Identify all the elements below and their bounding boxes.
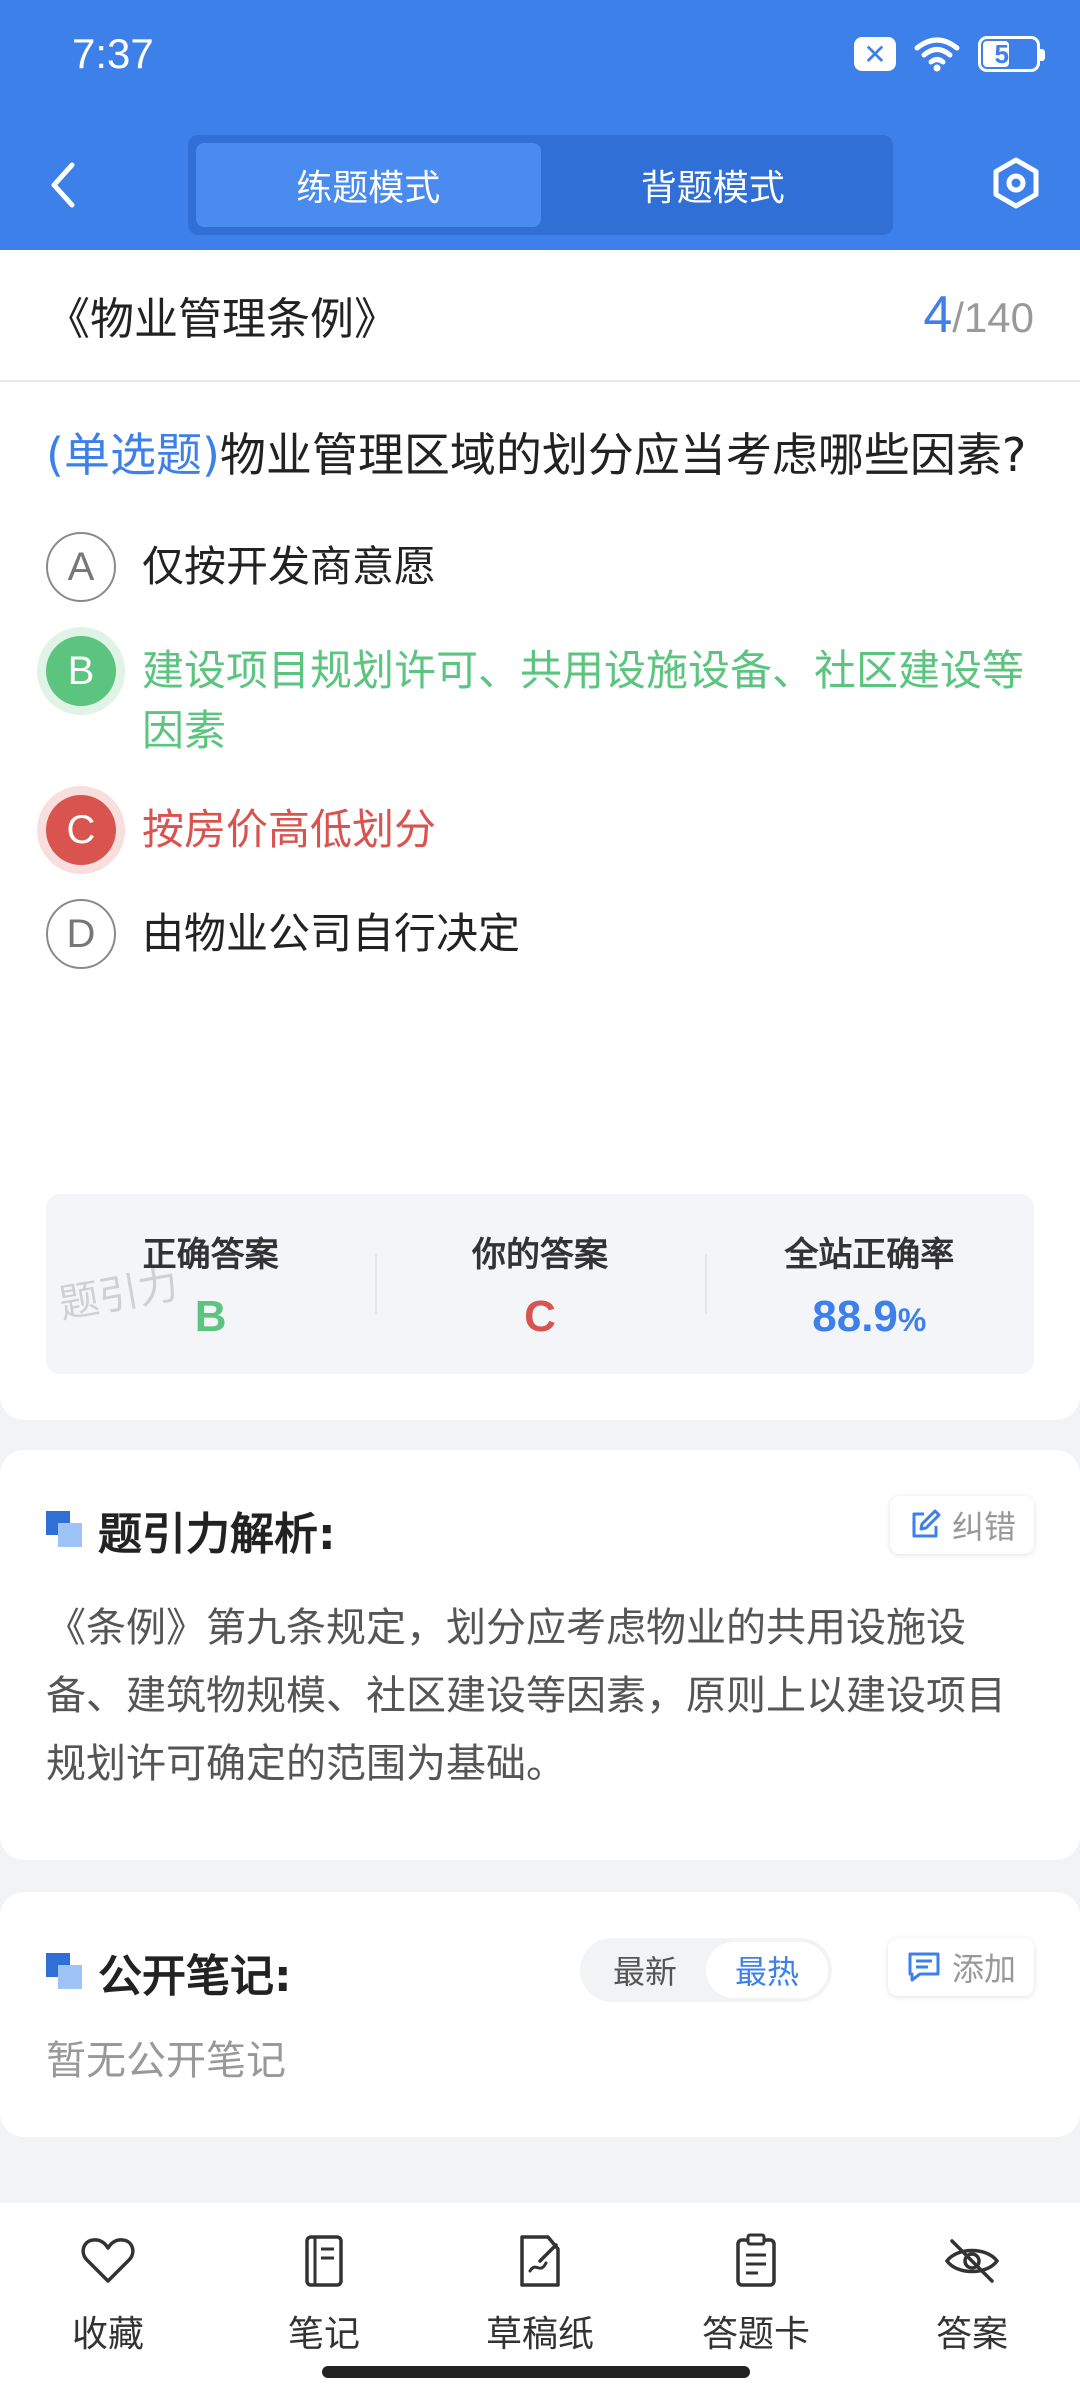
analysis-header: 题引力解析: 纠错 bbox=[0, 1450, 1080, 1562]
option-letter: C bbox=[46, 795, 116, 865]
heart-icon bbox=[81, 2238, 135, 2283]
favorite-label: 收藏 bbox=[71, 2314, 144, 2355]
report-error-label: 纠错 bbox=[951, 1508, 1016, 1546]
answer-sheet-icon bbox=[736, 2233, 776, 2287]
sort-newest[interactable]: 最新 bbox=[584, 1942, 706, 1998]
mode-switch: 练题模式 背题模式 bbox=[188, 135, 893, 235]
question-progress[interactable]: 4/140 bbox=[923, 285, 1034, 345]
option-letter: A bbox=[46, 532, 116, 602]
eye-off-icon bbox=[944, 2239, 1000, 2283]
title-row: 《物业管理条例》 4/140 bbox=[0, 250, 1080, 382]
top-header: 7:37 ✕ 50 练题模式 背题模式 bbox=[0, 0, 1080, 250]
notes-sort-toggle: 最新 最热 bbox=[580, 1938, 832, 2002]
analysis-card: 题引力解析: 纠错 《条例》第九条规定，划分应考虑物业的共用设施设备、建筑物规模… bbox=[0, 1450, 1080, 1860]
total-count: 140 bbox=[963, 294, 1034, 341]
battery-icon: 50 bbox=[978, 36, 1045, 72]
option-c[interactable]: C 按房价高低划分 bbox=[46, 795, 1034, 865]
battery-level: 50 bbox=[994, 38, 1024, 69]
options-list: A 仅按开发商意愿 B 建设项目规划许可、共用设施设备、社区建设等因素 C 按房… bbox=[0, 532, 1080, 969]
option-letter: D bbox=[46, 899, 116, 969]
section-squares-icon bbox=[46, 1511, 84, 1549]
sort-hottest[interactable]: 最热 bbox=[706, 1942, 828, 1998]
accuracy-value: 88.9% bbox=[812, 1292, 926, 1342]
notes-label: 笔记 bbox=[287, 2314, 360, 2355]
comment-icon bbox=[908, 1952, 940, 1982]
notes-empty-text: 暂无公开笔记 bbox=[46, 2038, 286, 2084]
back-button[interactable] bbox=[38, 150, 88, 220]
option-text: 建设项目规划许可、共用设施设备、社区建设等因素 bbox=[142, 646, 1025, 755]
option-text: 由物业公司自行决定 bbox=[142, 909, 521, 958]
answer-summary: 正确答案 B 你的答案 C 全站正确率 88.9% bbox=[46, 1194, 1034, 1374]
question-text: 物业管理区域的划分应当考虑哪些因素? bbox=[219, 428, 1027, 482]
tab-memorize-mode[interactable]: 背题模式 bbox=[541, 143, 886, 227]
section-squares-icon bbox=[46, 1953, 84, 1991]
notes-card: 公开笔记: 最新 最热 添加 暂无公开笔记 bbox=[0, 1892, 1080, 2137]
option-a[interactable]: A 仅按开发商意愿 bbox=[46, 532, 1034, 602]
show-answer-button[interactable]: 答案 bbox=[864, 2203, 1080, 2400]
no-sim-icon: ✕ bbox=[854, 37, 896, 71]
draft-paper-icon bbox=[520, 2235, 560, 2287]
accuracy-label: 全站正确率 bbox=[784, 1234, 955, 1275]
report-error-button[interactable]: 纠错 bbox=[889, 1496, 1034, 1554]
your-answer-label: 你的答案 bbox=[471, 1234, 608, 1275]
option-d[interactable]: D 由物业公司自行决定 bbox=[46, 899, 1034, 969]
book-title: 《物业管理条例》 bbox=[46, 294, 398, 345]
hexagon-gear-icon bbox=[993, 157, 1039, 209]
wifi-icon bbox=[914, 37, 960, 72]
notes-header: 公开笔记: 最新 最热 添加 bbox=[0, 1892, 1080, 2004]
favorite-button[interactable]: 收藏 bbox=[0, 2203, 216, 2400]
analysis-text: 《条例》第九条规定，划分应考虑物业的共用设施设备、建筑物规模、社区建设等因素，原… bbox=[46, 1605, 1006, 1787]
home-indicator bbox=[322, 2366, 750, 2378]
add-note-button[interactable]: 添加 bbox=[887, 1938, 1034, 1996]
your-answer-value: C bbox=[524, 1291, 556, 1341]
your-answer-col: 你的答案 C bbox=[375, 1194, 704, 1374]
notebook-icon bbox=[305, 2235, 343, 2287]
answer-sheet-label: 答题卡 bbox=[701, 2314, 810, 2355]
option-text: 仅按开发商意愿 bbox=[142, 542, 437, 591]
status-icons: ✕ 50 bbox=[854, 36, 1045, 72]
status-time: 7:37 bbox=[72, 30, 154, 77]
progress-separator: / bbox=[952, 294, 964, 341]
accuracy-number: 88.9 bbox=[812, 1291, 898, 1341]
draft-paper-label: 草稿纸 bbox=[485, 2314, 594, 2355]
option-letter: B bbox=[46, 636, 116, 706]
accuracy-unit: % bbox=[897, 1301, 927, 1338]
current-index: 4 bbox=[923, 286, 953, 344]
analysis-title: 题引力解析: bbox=[98, 1509, 336, 1560]
option-text: 按房价高低划分 bbox=[142, 805, 437, 854]
settings-button[interactable] bbox=[988, 155, 1044, 211]
notes-title: 公开笔记: bbox=[98, 1951, 292, 2002]
question-type: (单选题) bbox=[46, 428, 220, 482]
edit-icon bbox=[912, 1509, 941, 1538]
tab-practice-mode[interactable]: 练题模式 bbox=[196, 143, 541, 227]
question-stem: (单选题)物业管理区域的划分应当考虑哪些因素? bbox=[0, 382, 1080, 498]
accuracy-col: 全站正确率 88.9% bbox=[704, 1194, 1034, 1374]
add-note-label: 添加 bbox=[951, 1950, 1016, 1988]
option-b[interactable]: B 建设项目规划许可、共用设施设备、社区建设等因素 bbox=[46, 636, 1034, 761]
chevron-left-icon bbox=[51, 162, 75, 208]
correct-answer-value: B bbox=[194, 1291, 227, 1341]
show-answer-label: 答案 bbox=[935, 2314, 1008, 2355]
